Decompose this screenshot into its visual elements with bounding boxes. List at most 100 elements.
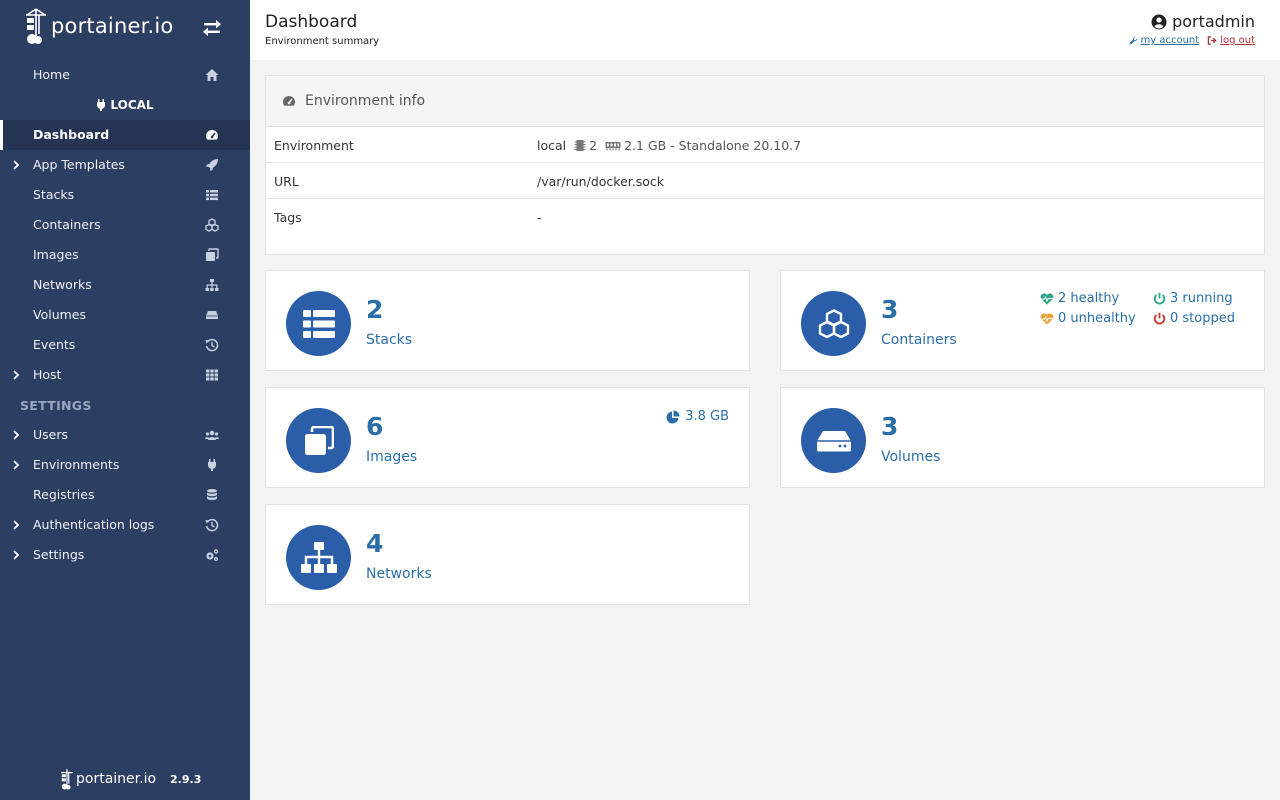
- stacks-widget[interactable]: 2 Stacks: [265, 270, 750, 371]
- sidebar-item-label: Registries: [33, 487, 95, 502]
- sign-out-icon: [1207, 36, 1217, 45]
- chevron-right-icon[interactable]: [11, 459, 21, 471]
- url-value: /var/run/docker.sock: [537, 174, 664, 189]
- sidebar-item-label: Settings: [33, 547, 85, 562]
- sidebar-item-label: App Templates: [33, 157, 125, 172]
- page-subtitle: Environment summary: [265, 36, 380, 47]
- networks-count: 4: [366, 529, 384, 558]
- sidebar-item-containers[interactable]: Containers: [0, 210, 250, 240]
- environment-value: local 2 2.1 GB - Standalone 20.10.7: [537, 138, 801, 153]
- sidebar-item-registries[interactable]: Registries: [0, 480, 250, 510]
- database-icon: [207, 489, 217, 501]
- brand-name: portainer.io: [51, 14, 174, 38]
- environment-info-panel: Environment info Environment local 2 2.1…: [265, 75, 1265, 255]
- sidebar-item-stacks[interactable]: Stacks: [0, 180, 250, 210]
- th-icon: [206, 369, 218, 381]
- environment-label: Environment: [274, 138, 354, 153]
- user-links: my account log out: [1128, 35, 1255, 46]
- sidebar-item-app-templates[interactable]: App Templates: [0, 150, 250, 180]
- sidebar-menu: Home LOCAL Dashboard App Templates Stack…: [0, 60, 250, 570]
- volumes-widget[interactable]: 3 Volumes: [780, 387, 1265, 488]
- environment-name: LOCAL: [110, 98, 154, 112]
- page-header: Dashboard Environment summary portadmin …: [250, 0, 1280, 60]
- images-size: 3.8 GB: [666, 409, 729, 424]
- brand-logo[interactable]: portainer.io: [24, 6, 173, 46]
- sidebar-item-label: Dashboard: [33, 127, 110, 142]
- pie-chart-icon: [666, 410, 680, 423]
- hdd-icon: [816, 430, 851, 451]
- chevron-right-icon[interactable]: [11, 369, 21, 381]
- sidebar-item-settings[interactable]: Settings: [0, 540, 250, 570]
- sidebar-item-label: Authentication logs: [33, 517, 155, 532]
- th-list-icon: [302, 309, 335, 338]
- plug-icon: [208, 459, 216, 471]
- sidebar-item-label: Images: [33, 247, 79, 262]
- sidebar-item-dashboard[interactable]: Dashboard: [0, 120, 250, 150]
- stopped-status: 0 stopped: [1153, 311, 1235, 326]
- images-count: 6: [366, 412, 384, 441]
- sidebar-item-label: Host: [33, 367, 62, 382]
- sidebar-item-label: Events: [33, 337, 76, 352]
- cubes-icon: [818, 308, 849, 338]
- tachometer-icon: [283, 96, 295, 106]
- power-off-icon: [1153, 292, 1166, 305]
- containers-label: Containers: [881, 332, 957, 348]
- running-text: 3 running: [1170, 291, 1233, 306]
- stacks-label: Stacks: [366, 332, 413, 348]
- sitemap-icon: [205, 279, 219, 291]
- history-icon: [205, 338, 219, 352]
- user-circle-icon: [1151, 14, 1167, 29]
- my-account-label: my account: [1140, 35, 1200, 46]
- networks-widget[interactable]: 4 Networks: [265, 504, 750, 605]
- portainer-logo-icon: [61, 769, 73, 790]
- sidebar-item-host[interactable]: Host: [0, 360, 250, 390]
- images-widget[interactable]: 6 Images 3.8 GB: [265, 387, 750, 488]
- plug-icon: [97, 99, 106, 111]
- tags-row: Tags -: [266, 199, 1264, 235]
- sidebar-item-label: Volumes: [33, 307, 87, 322]
- sidebar-item-networks[interactable]: Networks: [0, 270, 250, 300]
- sidebar-item-label: Environments: [33, 457, 120, 472]
- volumes-label: Volumes: [881, 449, 941, 465]
- log-out-link[interactable]: log out: [1207, 35, 1255, 46]
- sidebar-item-events[interactable]: Events: [0, 330, 250, 360]
- stopped-text: 0 stopped: [1170, 311, 1235, 326]
- healthy-text: 2 healthy: [1058, 291, 1120, 306]
- hdd-icon: [206, 311, 218, 319]
- clone-icon: [206, 248, 219, 261]
- chevron-right-icon[interactable]: [11, 549, 21, 561]
- home-icon: [205, 69, 219, 81]
- running-status: 3 running: [1153, 291, 1233, 306]
- sidebar-item-environments[interactable]: Environments: [0, 450, 250, 480]
- environment-row: Environment local 2 2.1 GB - Standalone …: [266, 127, 1264, 163]
- user-info: portadmin: [1151, 12, 1255, 31]
- chevron-right-icon[interactable]: [11, 519, 21, 531]
- exchange-icon[interactable]: [202, 20, 222, 36]
- containers-widget[interactable]: 3 Containers 2 healthy 0 unhealthy 3 run…: [780, 270, 1265, 371]
- my-account-link[interactable]: my account: [1128, 35, 1200, 46]
- chevron-right-icon[interactable]: [11, 429, 21, 441]
- environment-title: LOCAL: [0, 90, 250, 120]
- volumes-circle: [801, 408, 866, 473]
- environment-info-title: Environment info: [305, 93, 426, 109]
- th-list-icon: [206, 190, 218, 201]
- chevron-right-icon[interactable]: [11, 159, 21, 171]
- unhealthy-status: 0 unhealthy: [1040, 311, 1136, 326]
- tachometer-icon: [206, 130, 218, 140]
- sidebar-item-users[interactable]: Users: [0, 420, 250, 450]
- microchip-icon: [574, 140, 586, 151]
- version-label: 2.9.3: [170, 772, 202, 786]
- tags-label: Tags: [274, 210, 302, 225]
- sidebar-item-volumes[interactable]: Volumes: [0, 300, 250, 330]
- sidebar-item-label: Stacks: [33, 187, 75, 202]
- wrench-icon: [1128, 36, 1138, 45]
- settings-section-title: SETTINGS: [20, 397, 92, 413]
- rocket-icon: [206, 159, 218, 171]
- footer-brand-name: portainer.io: [76, 771, 157, 787]
- sidebar-item-authentication-logs[interactable]: Authentication logs: [0, 510, 250, 540]
- sidebar-item-images[interactable]: Images: [0, 240, 250, 270]
- sidebar-item-home[interactable]: Home: [0, 60, 250, 90]
- username: portadmin: [1172, 12, 1255, 31]
- cubes-icon: [205, 218, 219, 232]
- sidebar-item-label: Networks: [33, 277, 92, 292]
